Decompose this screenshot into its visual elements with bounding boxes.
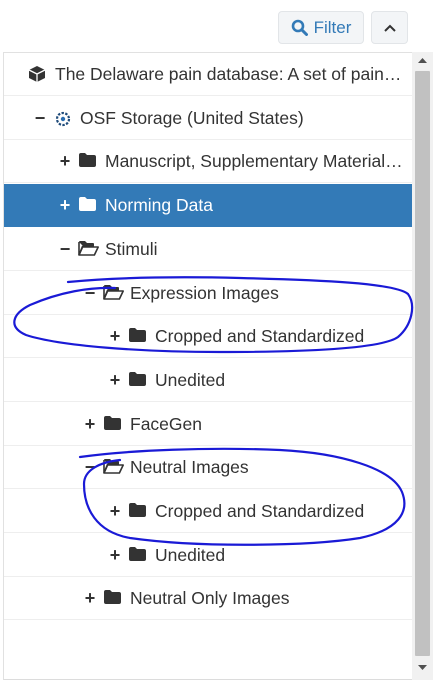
tree-row-label: Stimuli [105, 239, 158, 259]
tree-row[interactable]: + Unedited [4, 534, 412, 577]
folder-icon [103, 589, 122, 610]
tree-row-label: OSF Storage (United States) [80, 108, 304, 128]
tree-row[interactable]: + Cropped and Standardized [4, 315, 412, 358]
tree-row[interactable]: − OSF Storage (United States) [4, 97, 412, 140]
tree-row[interactable]: + Cropped and Standardized [4, 490, 412, 533]
folder-icon [78, 196, 97, 217]
folder-icon [78, 152, 97, 173]
folder-icon [103, 415, 122, 436]
tree-row-label: Unedited [155, 545, 226, 565]
filter-button-label: Filter [313, 17, 352, 37]
search-icon [291, 19, 308, 36]
tree-row[interactable]: − Neutral Images [4, 446, 412, 489]
cube-icon [28, 65, 46, 88]
folder-icon [128, 502, 147, 523]
expand-toggle[interactable]: + [58, 152, 72, 170]
tree-row-label: Cropped and Standardized [155, 501, 365, 521]
folder-icon [128, 371, 147, 392]
folder-icon [128, 327, 147, 348]
folder-open-icon [103, 284, 124, 305]
scroll-down-arrow[interactable] [412, 659, 433, 676]
expand-toggle[interactable]: + [83, 415, 97, 433]
expand-toggle[interactable]: + [108, 502, 122, 520]
tree-row-label: Neutral Images [130, 457, 249, 477]
folder-open-icon [103, 458, 124, 479]
tree-row-label: Norming Data [105, 195, 213, 215]
tree-row-label: Unedited [155, 370, 226, 390]
scroll-thumb[interactable] [415, 71, 430, 656]
folder-icon [128, 546, 147, 567]
expand-toggle[interactable]: + [58, 196, 72, 214]
tree-row[interactable]: − Stimuli [4, 228, 412, 271]
folder-open-icon [78, 240, 99, 261]
chevron-up-icon [383, 24, 396, 32]
collapse-toggle[interactable]: − [58, 240, 72, 258]
tree-row-label: Cropped and Standardized [155, 326, 365, 346]
tree-row[interactable]: + Neutral Only Images [4, 577, 412, 620]
expand-toggle[interactable]: + [108, 371, 122, 389]
tree-row-label: Manuscript, Supplementary Materials and … [105, 151, 406, 171]
vertical-scrollbar[interactable] [412, 52, 433, 680]
filter-button[interactable]: Filter [278, 11, 364, 44]
storage-icon [53, 109, 73, 134]
expand-toggle[interactable]: + [83, 589, 97, 607]
tree-row-selected[interactable]: + Norming Data [4, 184, 412, 227]
collapse-toggle[interactable]: − [83, 458, 97, 476]
tree-row-label: Neutral Only Images [130, 588, 290, 608]
expand-toggle[interactable]: + [108, 546, 122, 564]
tree-row-label: FaceGen [130, 414, 202, 434]
tree-row-label: Expression Images [130, 283, 279, 303]
expand-toggle[interactable]: + [108, 327, 122, 345]
tree-row-label: The Delaware pain database: A set of pai… [55, 64, 406, 84]
collapse-button[interactable] [371, 11, 408, 44]
file-toolbar: Filter [0, 0, 435, 54]
file-tree: The Delaware pain database: A set of pai… [3, 52, 412, 680]
collapse-toggle[interactable]: − [33, 109, 47, 127]
tree-row[interactable]: + Unedited [4, 359, 412, 402]
collapse-toggle[interactable]: − [83, 284, 97, 302]
tree-row[interactable]: The Delaware pain database: A set of pai… [4, 53, 412, 96]
scroll-up-arrow[interactable] [412, 52, 433, 69]
tree-row[interactable]: + FaceGen [4, 403, 412, 446]
tree-row[interactable]: + Manuscript, Supplementary Materials and… [4, 140, 412, 183]
tree-row[interactable]: − Expression Images [4, 272, 412, 315]
